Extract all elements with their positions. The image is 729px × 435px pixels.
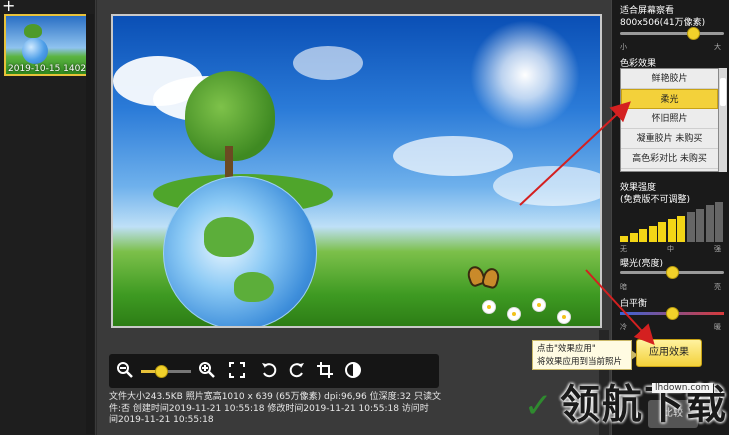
daisy — [533, 299, 545, 311]
tooltip-line: 点击"效果应用" — [537, 344, 596, 354]
effects-list[interactable]: 鲜艳胶片柔光怀旧照片凝重胶片 未购买高色彩对比 未购买负片效果 未购买 — [620, 68, 719, 172]
photo-thumbnail[interactable]: 2019-10-15 14022 — [4, 14, 90, 76]
continent — [204, 217, 254, 257]
tooltip-line: 将效果应用到当前照片 — [537, 357, 623, 367]
butterfly-image — [465, 263, 502, 292]
wb-cool-label: 冷 — [620, 323, 627, 331]
rotate-right-icon[interactable] — [287, 361, 307, 381]
strength-bar — [686, 212, 695, 242]
zoom-in-icon[interactable] — [197, 361, 217, 381]
photo-info: 文件大小243.5KB 照片宽高1010 x 639 (65万像素) dpi:9… — [109, 392, 489, 427]
effects-scrollbar[interactable] — [719, 68, 727, 172]
strength-meter — [620, 200, 724, 242]
contrast-icon[interactable] — [343, 361, 363, 381]
size-slider[interactable] — [620, 27, 724, 40]
info-line: 间2019-11-21 10:55:18 — [109, 415, 214, 425]
continent — [234, 272, 274, 302]
effect-item[interactable]: 高色彩对比 未购买 — [621, 149, 718, 169]
strip-scrollbar[interactable] — [86, 14, 94, 434]
add-photo-icon[interactable]: + — [2, 0, 15, 15]
strength-bar — [667, 219, 676, 242]
exposure-slider[interactable] — [620, 266, 724, 279]
white-balance-slider-knob[interactable] — [666, 307, 679, 320]
earth-globe-image — [163, 176, 317, 326]
wb-warm-label: 暖 — [714, 323, 721, 331]
cloud — [293, 46, 363, 80]
thumbnail-date: 2019-10-15 14022 — [8, 64, 90, 74]
cloud — [493, 166, 600, 206]
sun-flare — [470, 20, 580, 130]
size-large-label: 大 — [714, 43, 721, 51]
size-small-label: 小 — [620, 43, 627, 51]
crop-icon[interactable] — [315, 361, 335, 381]
strength-bar — [620, 236, 628, 242]
exposure-dark-label: 暗 — [620, 283, 627, 291]
watermark-logo-icon: ✓ — [524, 386, 553, 426]
daisy — [508, 308, 520, 320]
effect-item[interactable]: 鲜艳胶片 — [621, 69, 718, 89]
exposure-slider-knob[interactable] — [666, 266, 679, 279]
strength-tick-strong: 强 — [714, 245, 721, 253]
view-toolbar — [109, 354, 439, 388]
strength-bar — [705, 205, 714, 242]
info-line: 文件大小243.5KB 照片宽高1010 x 639 (65万像素) dpi:9… — [109, 392, 441, 402]
strength-bar — [639, 229, 647, 242]
site-watermark: ✓ 领航下载 lhdown.com — [520, 376, 729, 435]
thumbnail-strip: + 2019-10-15 14022 — [0, 0, 96, 435]
daisy — [558, 311, 570, 323]
exposure-bright-label: 亮 — [714, 283, 721, 291]
watermark-url: lhdown.com — [652, 383, 713, 393]
info-line: 件:否 创建时间2019-11-21 10:55:18 修改时间2019-11-… — [109, 403, 429, 414]
effect-item[interactable]: 柔光 — [621, 89, 718, 109]
thumbnail-globe-image — [22, 38, 48, 64]
strength-tick-mid: 中 — [667, 245, 674, 253]
apply-tooltip: 点击"效果应用" 将效果应用到当前照片 — [532, 340, 638, 370]
daisy — [483, 301, 495, 313]
zoom-slider-knob[interactable] — [155, 365, 168, 378]
exposure-label: 曝光(亮度) — [620, 259, 664, 269]
strength-bar — [648, 225, 657, 242]
white-balance-label: 白平衡 — [620, 299, 648, 309]
photo-preview — [111, 14, 602, 328]
fit-screen-icon[interactable] — [227, 361, 247, 381]
strength-tick-none: 无 — [620, 245, 627, 253]
thumbnail-tree-image — [24, 24, 42, 38]
strength-bar — [677, 215, 685, 242]
zoom-slider[interactable] — [141, 365, 191, 378]
white-balance-slider[interactable] — [620, 307, 724, 320]
effect-item[interactable]: 凝重胶片 未购买 — [621, 129, 718, 149]
zoom-out-icon[interactable] — [115, 361, 135, 381]
size-slider-knob[interactable] — [686, 27, 700, 40]
strength-bar — [715, 202, 723, 242]
rotate-left-icon[interactable] — [259, 361, 279, 381]
strength-bar — [629, 232, 638, 242]
effect-item[interactable]: 负片效果 未购买 — [621, 169, 718, 171]
effect-item[interactable]: 怀旧照片 — [621, 109, 718, 129]
cloud — [393, 136, 513, 176]
strength-bar — [696, 208, 704, 242]
strength-bar — [658, 222, 666, 242]
apply-effect-button[interactable]: 应用效果 — [636, 339, 702, 367]
